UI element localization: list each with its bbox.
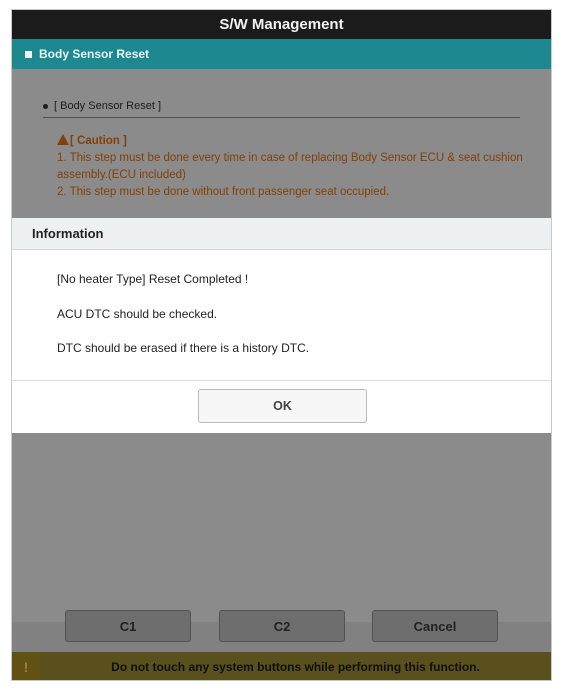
ok-button[interactable]: OK [198,389,367,423]
section-title: Body Sensor Reset [39,47,150,61]
square-bullet-icon [25,50,32,58]
dialog-message: [No heater Type] Reset Completed ! [57,272,249,286]
dialog-message: DTC should be erased if there is a histo… [57,341,310,355]
dialog-title: Information [12,218,551,250]
information-dialog: Information [No heater Type] Reset Compl… [12,218,551,433]
section-header: Body Sensor Reset [12,39,551,69]
app-window: S/W Management Body Sensor Reset [ Body … [11,9,552,681]
dialog-divider [12,380,551,381]
dialog-message: ACU DTC should be checked. [57,307,218,321]
app-title: S/W Management [12,10,551,39]
